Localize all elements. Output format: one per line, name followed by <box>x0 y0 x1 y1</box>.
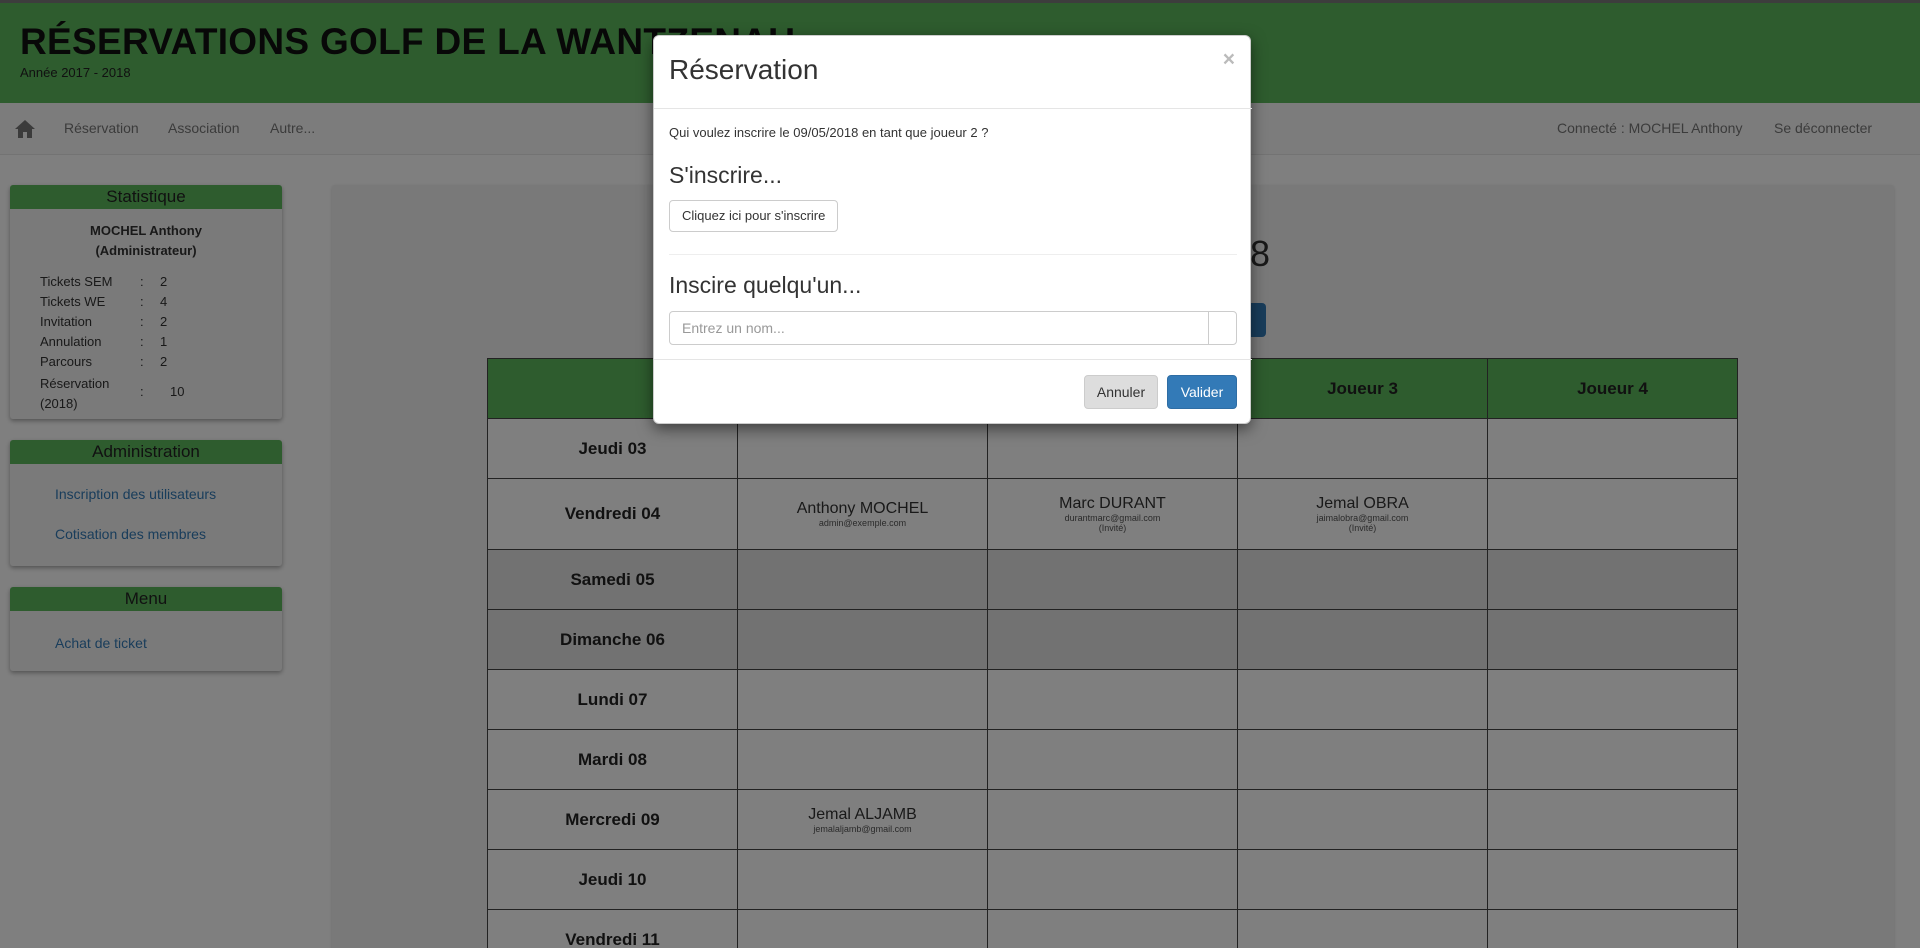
name-input-group <box>669 311 1237 345</box>
reservation-modal: Réservation × Qui voulez inscrire le 09/… <box>653 35 1252 424</box>
close-icon[interactable]: × <box>1223 48 1235 72</box>
modal-question: Qui voulez inscrire le 09/05/2018 en tan… <box>669 125 989 140</box>
modal-section-divider <box>669 254 1237 255</box>
input-addon <box>1208 311 1237 345</box>
modal-header-divider <box>654 108 1252 109</box>
self-register-button[interactable]: Cliquez ici pour s'inscrire <box>669 200 839 232</box>
confirm-button[interactable]: Valider <box>1167 375 1237 409</box>
modal-footer-divider <box>654 359 1252 360</box>
modal-title: Réservation <box>669 54 819 85</box>
self-register-heading: S'inscrire... <box>669 162 783 188</box>
name-search-input[interactable] <box>669 311 1209 345</box>
register-other-heading: Inscire quelqu'un... <box>669 272 862 298</box>
cancel-button[interactable]: Annuler <box>1084 375 1158 409</box>
